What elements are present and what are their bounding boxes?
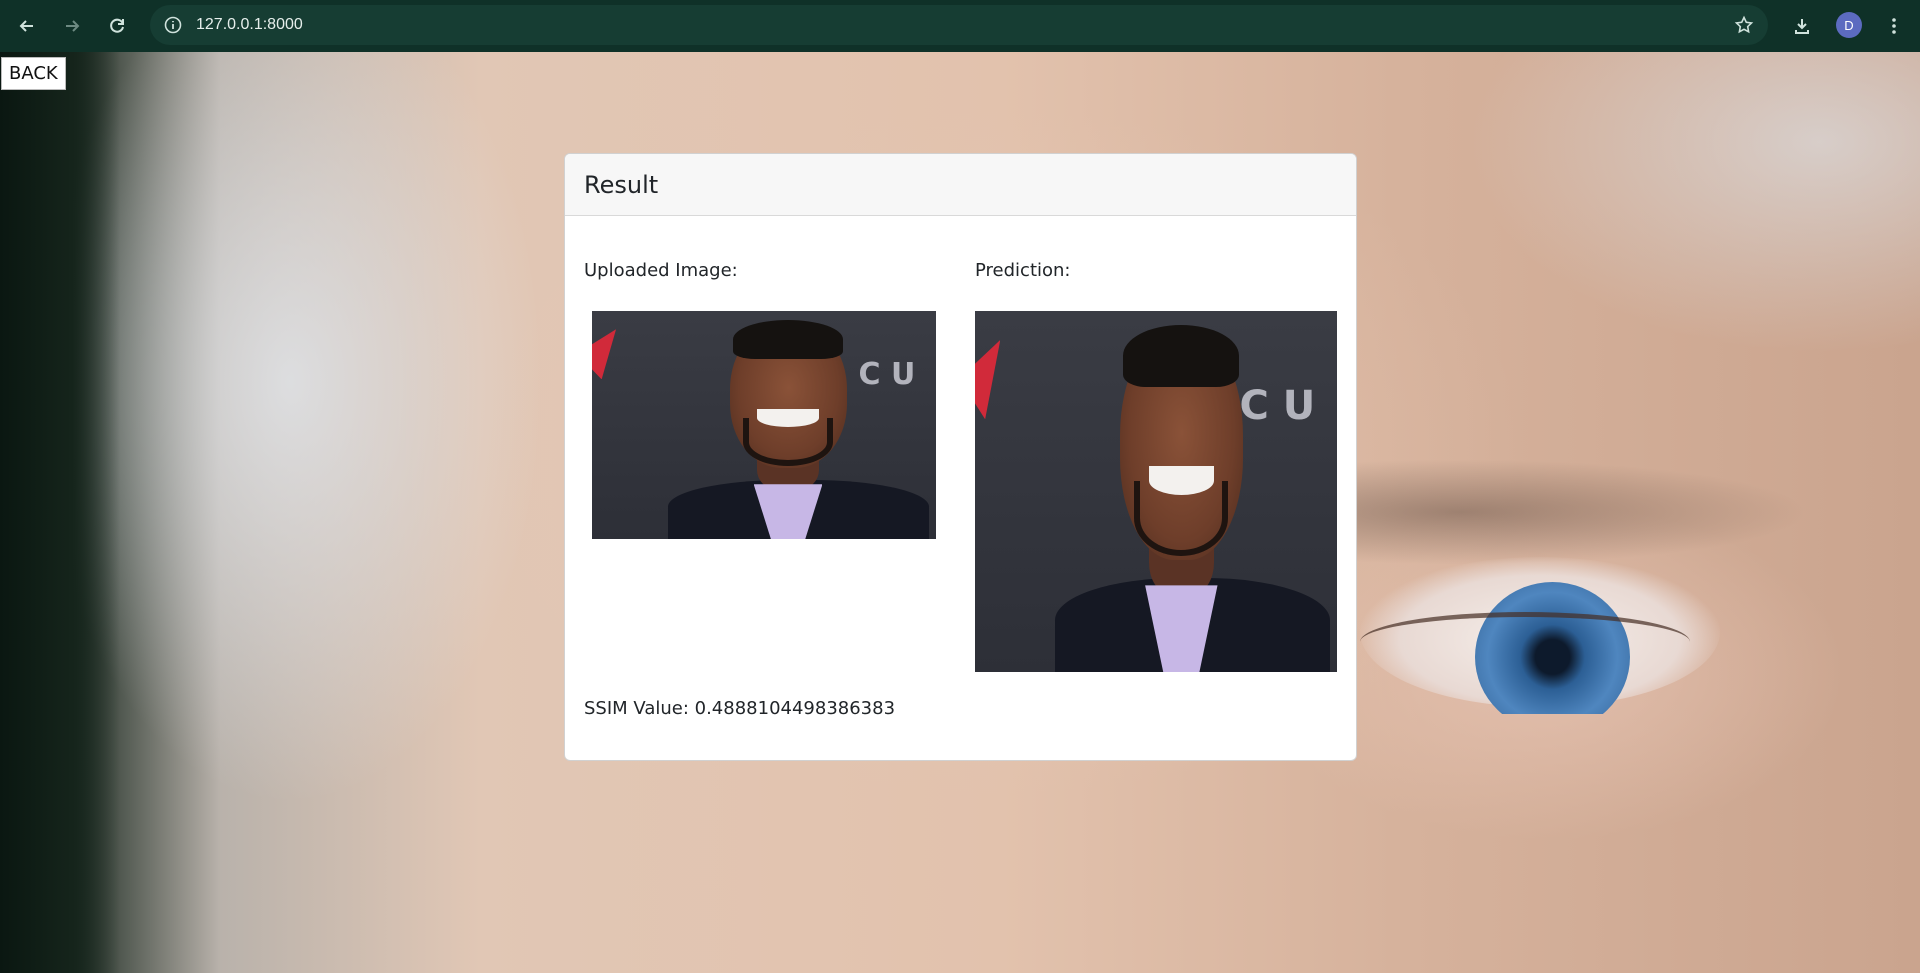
uploaded-image-label: Uploaded Image: (584, 260, 738, 281)
browser-toolbar: 127.0.0.1:8000 D (0, 0, 1920, 52)
url-text: 127.0.0.1:8000 (196, 16, 303, 33)
back-arrow-icon[interactable] (11, 10, 43, 42)
menu-kebab-icon[interactable] (1878, 10, 1910, 42)
result-title: Result (584, 170, 659, 199)
background-eyelid (1360, 612, 1690, 672)
background-shadow (0, 52, 120, 973)
ssim-value-text: SSIM Value: 0.4888104498386383 (584, 698, 896, 719)
reload-icon[interactable] (101, 10, 133, 42)
page-background: BACK Result Uploaded Image: Prediction: … (0, 52, 1920, 973)
result-card-header: Result (565, 154, 1356, 216)
bookmark-star-icon[interactable] (1732, 13, 1756, 37)
profile-avatar[interactable]: D (1836, 12, 1862, 38)
address-bar[interactable]: 127.0.0.1:8000 (150, 5, 1768, 45)
site-info-icon[interactable] (162, 14, 184, 36)
back-button[interactable]: BACK (1, 57, 66, 90)
prediction-label: Prediction: (975, 260, 1071, 281)
prediction-image: C U (975, 311, 1337, 672)
uploaded-image: C U (592, 311, 936, 539)
forward-arrow-icon[interactable] (56, 10, 88, 42)
download-icon[interactable] (1786, 10, 1818, 42)
result-card: Result Uploaded Image: Prediction: C U C… (564, 153, 1357, 761)
